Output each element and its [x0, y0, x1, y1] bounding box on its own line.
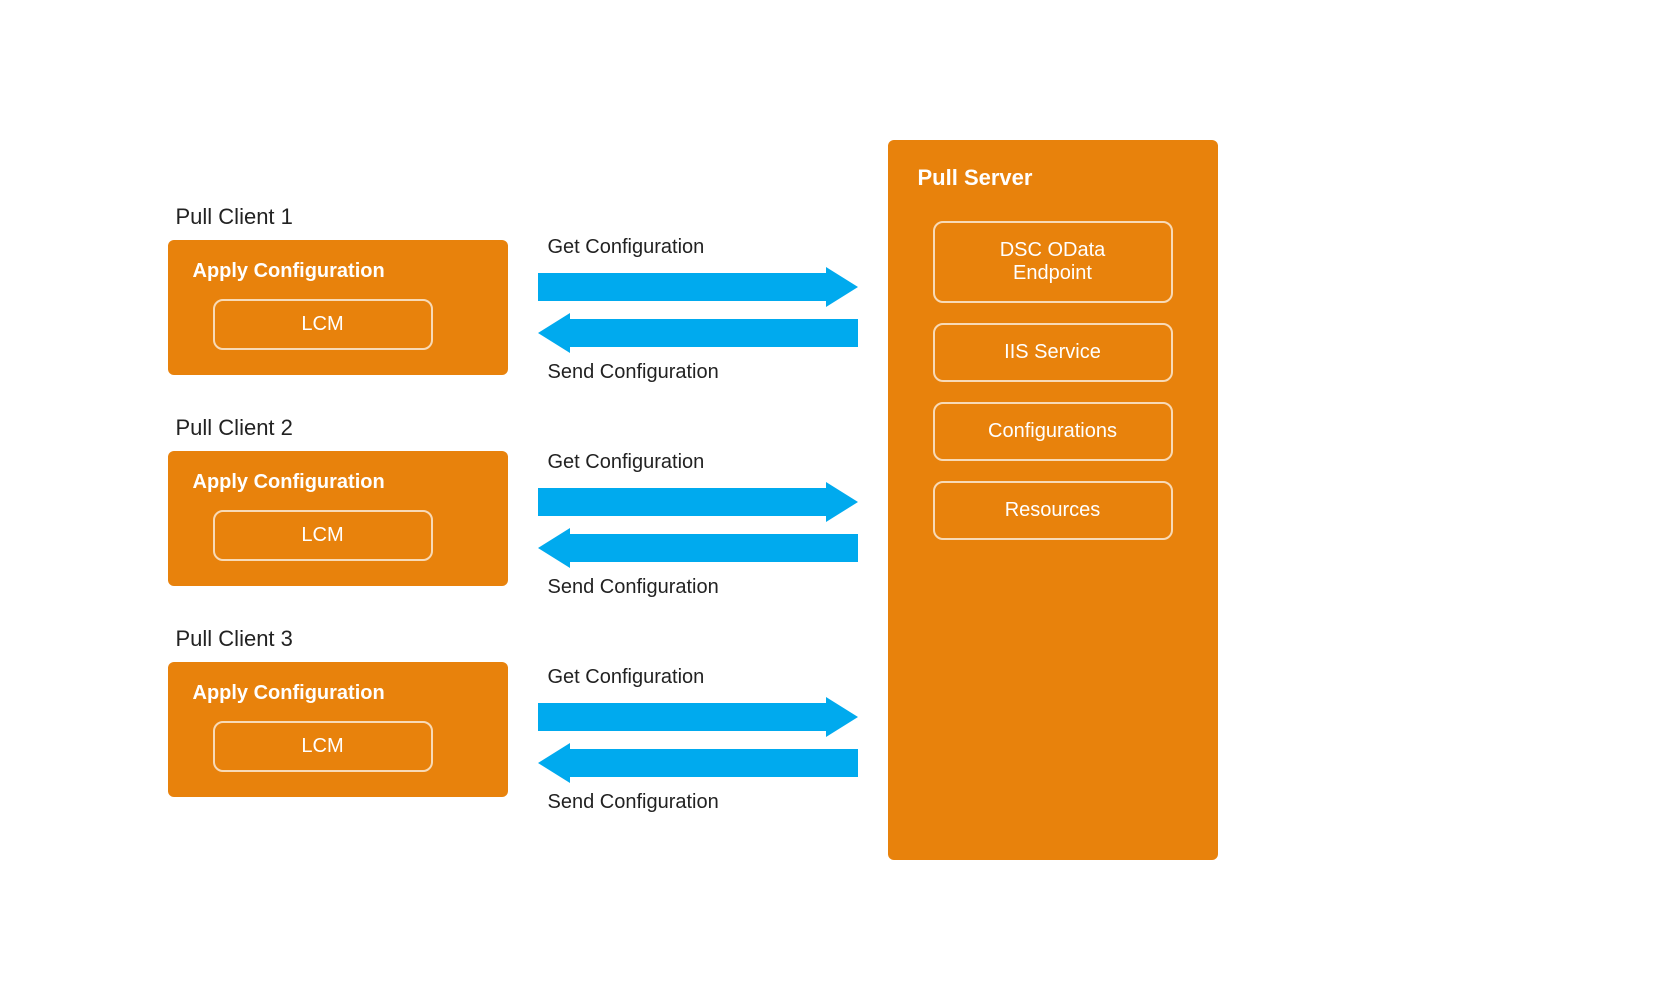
arrow-1-bottom-label: Send Configuration — [538, 361, 719, 384]
client-3-lcm: LCM — [213, 721, 433, 772]
arrow-2-shaft-right — [538, 488, 826, 516]
arrow-group-1: Get Configuration Send Configuration — [538, 223, 858, 398]
client-3-wrapper: Pull Client 3 Apply Configuration LCM — [168, 626, 508, 797]
arrow-2-right — [538, 482, 858, 522]
arrow-3-bottom-label: Send Configuration — [538, 791, 719, 814]
arrow-1-head-left — [538, 313, 570, 353]
arrow-2-top-label: Get Configuration — [538, 451, 705, 474]
server-item-resources: Resources — [933, 481, 1173, 540]
arrow-1-shaft-right — [538, 273, 826, 301]
client-1-box: Apply Configuration LCM — [168, 240, 508, 375]
server-box: Pull Server DSC ODataEndpoint IIS Servic… — [888, 140, 1218, 860]
client-2-lcm: LCM — [213, 510, 433, 561]
client-1-wrapper: Pull Client 1 Apply Configuration LCM — [168, 204, 508, 375]
server-item-iis: IIS Service — [933, 323, 1173, 382]
arrow-1-shaft-left — [570, 319, 858, 347]
server-item-dsc: DSC ODataEndpoint — [933, 221, 1173, 303]
arrow-1-top-label: Get Configuration — [538, 236, 705, 259]
arrow-1-right — [538, 267, 858, 307]
arrow-3-shaft-right — [538, 703, 826, 731]
server-wrapper: Pull Server DSC ODataEndpoint IIS Servic… — [888, 140, 1218, 860]
arrow-1-head-right — [826, 267, 858, 307]
arrow-3-top-label: Get Configuration — [538, 666, 705, 689]
client-1-label: Pull Client 1 — [168, 204, 293, 230]
arrow-2-head-left — [538, 528, 570, 568]
client-3-apply-config: Apply Configuration — [193, 682, 385, 705]
arrow-3-shaft-left — [570, 749, 858, 777]
arrow-3-head-right — [826, 697, 858, 737]
client-1-apply-config: Apply Configuration — [193, 260, 385, 283]
client-2-apply-config: Apply Configuration — [193, 471, 385, 494]
arrow-3-left — [538, 743, 858, 783]
arrow-2-left — [538, 528, 858, 568]
arrow-3-right — [538, 697, 858, 737]
arrow-group-3: Get Configuration Send Configuration — [538, 653, 858, 828]
arrow-3-head-left — [538, 743, 570, 783]
diagram: Pull Client 1 Apply Configuration LCM Pu… — [128, 120, 1528, 880]
arrow-group-2: Get Configuration Send Configuration — [538, 438, 858, 613]
client-2-wrapper: Pull Client 2 Apply Configuration LCM — [168, 415, 508, 586]
client-2-label: Pull Client 2 — [168, 415, 293, 441]
server-item-configurations: Configurations — [933, 402, 1173, 461]
client-1-lcm: LCM — [213, 299, 433, 350]
client-3-box: Apply Configuration LCM — [168, 662, 508, 797]
arrow-1-left — [538, 313, 858, 353]
arrow-2-bottom-label: Send Configuration — [538, 576, 719, 599]
arrow-2-shaft-left — [570, 534, 858, 562]
arrow-2-head-right — [826, 482, 858, 522]
client-3-label: Pull Client 3 — [168, 626, 293, 652]
server-title: Pull Server — [918, 165, 1033, 191]
client-2-box: Apply Configuration LCM — [168, 451, 508, 586]
arrows-column: Get Configuration Send Configuration Get… — [538, 173, 858, 828]
clients-column: Pull Client 1 Apply Configuration LCM Pu… — [168, 204, 508, 797]
